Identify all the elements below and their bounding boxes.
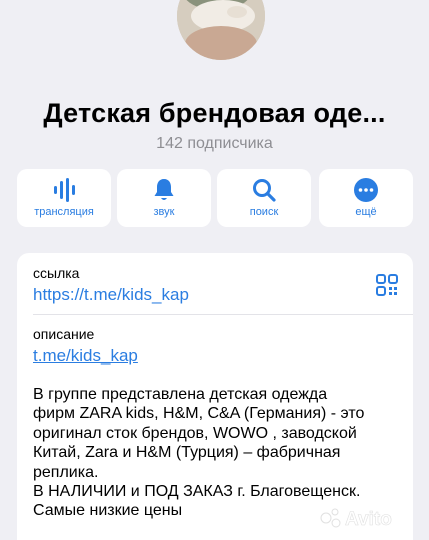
description-link[interactable]: t.me/kids_kap (33, 346, 138, 366)
broadcast-label: трансляция (34, 206, 94, 218)
bell-icon (154, 179, 174, 200)
channel-avatar[interactable] (177, 0, 265, 60)
qr-code-icon[interactable] (376, 274, 398, 296)
sound-label: звук (153, 206, 175, 218)
search-button[interactable]: поиск (217, 169, 311, 227)
action-bar: трансляция звук поиск ещё (17, 169, 413, 227)
subscriber-count: 142 подписчика (156, 135, 273, 152)
avito-watermark: Avito (320, 508, 392, 530)
broadcast-button[interactable]: трансляция (17, 169, 111, 227)
more-icon (354, 178, 378, 202)
link-label: ссылка (33, 265, 80, 281)
sound-button[interactable]: звук (117, 169, 211, 227)
more-label: ещё (355, 206, 377, 218)
channel-title: Детская брендовая оде... (43, 98, 386, 128)
avatar-photo (177, 0, 265, 60)
more-button[interactable]: ещё (319, 169, 413, 227)
description-label: описание (33, 326, 95, 342)
broadcast-icon (54, 178, 75, 202)
channel-link[interactable]: https://t.me/kids_kap (33, 285, 189, 305)
description-text: В группе представлена детская одежда фир… (33, 386, 365, 520)
field-divider (33, 314, 413, 315)
info-card: ссылка https://t.me/kids_kap описание t.… (17, 253, 413, 540)
search-icon (253, 179, 276, 202)
watermark-text: Avito (345, 509, 392, 530)
channel-info-page: Детская брендовая оде... 142 подписчика … (0, 0, 429, 540)
search-label: поиск (249, 206, 279, 218)
